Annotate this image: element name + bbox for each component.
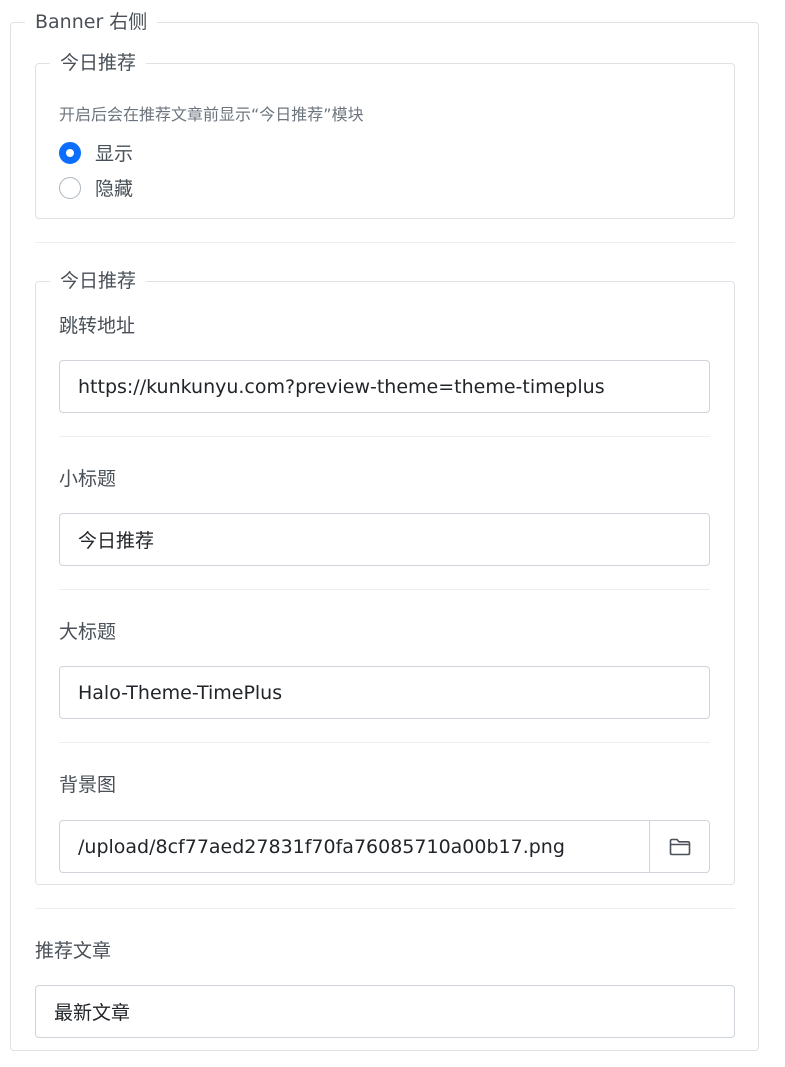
radio-hide-label: 隐藏 <box>95 178 134 200</box>
jump-url-label: 跳转地址 <box>59 315 136 337</box>
section-divider <box>35 242 735 243</box>
recommend-articles-select[interactable]: 最新文章 <box>35 985 735 1038</box>
banner-right-legend: Banner 右侧 <box>35 11 148 33</box>
background-image-label: 背景图 <box>59 774 117 796</box>
today-recommend-help-text: 开启后会在推荐文章前显示“今日推荐”模块 <box>59 105 364 124</box>
field-divider <box>59 436 710 437</box>
section-divider <box>35 908 735 909</box>
title-input[interactable]: Halo-Theme-TimePlus <box>59 666 710 719</box>
today-recommend-toggle-legend: 今日推荐 <box>60 52 137 74</box>
recommend-articles-label: 推荐文章 <box>35 940 112 962</box>
background-image-input-group: /upload/8cf77aed27831f70fa76085710a00b17… <box>59 820 710 873</box>
background-image-input[interactable]: /upload/8cf77aed27831f70fa76085710a00b17… <box>60 821 649 872</box>
subtitle-input[interactable]: 今日推荐 <box>59 513 710 566</box>
field-divider <box>59 589 710 590</box>
radio-option-show[interactable]: 显示 <box>59 139 133 166</box>
field-divider <box>59 742 710 743</box>
radio-show-label: 显示 <box>95 143 134 165</box>
today-recommend-content-legend: 今日推荐 <box>60 270 137 292</box>
browse-attachment-button[interactable] <box>649 821 709 872</box>
radio-hide-input[interactable] <box>59 176 81 199</box>
today-recommend-toggle-fieldset: 今日推荐 <box>35 51 735 219</box>
radio-option-hide[interactable]: 隐藏 <box>59 174 133 201</box>
title-label: 大标题 <box>59 621 117 643</box>
radio-show-input[interactable] <box>59 141 81 164</box>
folder-icon <box>669 838 690 855</box>
jump-url-input[interactable]: https://kunkunyu.com?preview-theme=theme… <box>59 360 710 413</box>
subtitle-label: 小标题 <box>59 468 117 490</box>
